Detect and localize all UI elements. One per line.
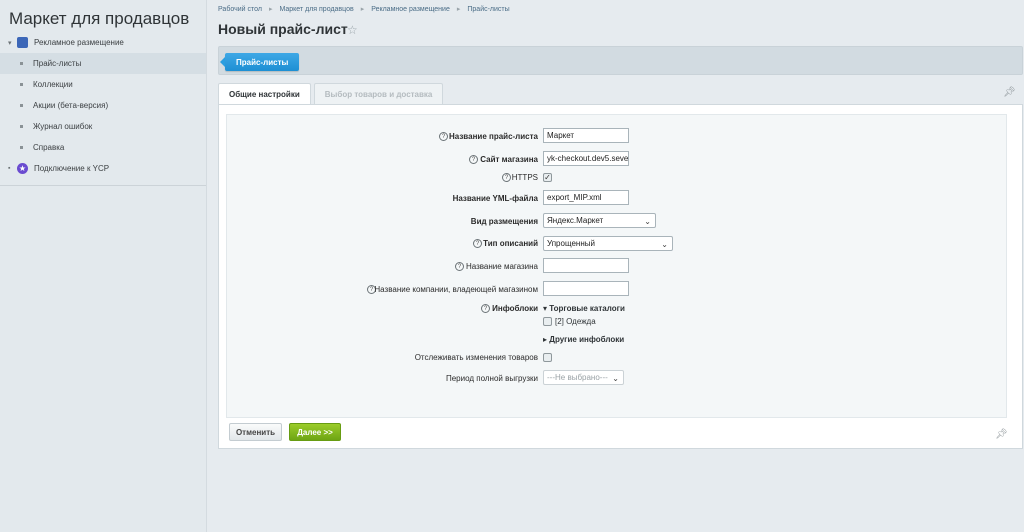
pricelist-name-label: Название прайс-листа (449, 132, 538, 141)
sidebar-item-label: Коллекции (33, 80, 73, 89)
yml-input[interactable]: export_MIP.xml (543, 190, 629, 205)
catalog-item-label: [2] Одежда (555, 317, 596, 326)
bullet-icon (20, 62, 23, 65)
sidebar-item-label: Справка (33, 143, 65, 152)
expand-arrow-icon[interactable]: ▾ (8, 39, 17, 47)
shop-name-label: Название магазина (465, 262, 538, 271)
placement-label: Вид размещения (470, 217, 538, 226)
ads-icon (17, 37, 28, 48)
chevron-down-icon: ⌄ (661, 240, 668, 249)
tab-products-delivery[interactable]: Выбор товаров и доставка (313, 83, 444, 104)
breadcrumb: Рабочий стол ▸ Маркет для продавцов ▸ Ре… (218, 5, 510, 14)
help-icon[interactable]: ? (469, 155, 478, 164)
sidebar-item-label: Рекламное размещение (34, 38, 124, 47)
help-icon[interactable]: ? (439, 132, 448, 141)
desc-type-label: Тип описаний (483, 239, 538, 248)
period-select[interactable]: ---Не выбрано--- ⌄ (543, 370, 624, 385)
sidebar-item-label: Подключение к YCP (34, 164, 110, 173)
select-value: ---Не выбрано--- (547, 373, 608, 382)
sidebar-item-ads[interactable]: ▾ Рекламное размещение (0, 32, 206, 53)
sidebar-item-label: Журнал ошибок (33, 122, 93, 131)
sidebar-item-label: Прайс-листы (33, 59, 82, 68)
cancel-button[interactable]: Отменить (229, 423, 282, 441)
sidebar-item-error-log[interactable]: Журнал ошибок (0, 116, 206, 137)
bullet-icon (20, 125, 23, 128)
select-value: Упрощенный (547, 239, 595, 248)
sidebar-item-connect[interactable]: ▪ ★ Подключение к YCP (0, 158, 206, 179)
placement-select[interactable]: Яндекс.Маркет ⌄ (543, 213, 656, 228)
breadcrumb-link[interactable]: Маркет для продавцов (279, 6, 353, 13)
sidebar-item-help[interactable]: Справка (0, 137, 206, 158)
track-label: Отслеживать изменения товаров (414, 353, 538, 362)
help-icon[interactable]: ? (502, 173, 511, 182)
catalogs-toggle[interactable]: ▾ Торговые каталоги (543, 304, 625, 313)
site-label: Сайт магазина (480, 155, 538, 164)
chevron-down-icon: ⌄ (612, 374, 619, 383)
help-icon[interactable]: ? (473, 239, 482, 248)
chevron-right-icon: ▸ (268, 6, 273, 13)
company-input[interactable] (543, 281, 629, 296)
form-area: ? Название прайс-листа Маркет ? Сайт маг… (226, 114, 1007, 418)
pin-icon[interactable]: 📌︎ (995, 429, 1008, 440)
help-icon[interactable]: ? (481, 304, 490, 313)
chevron-down-icon: ⌄ (644, 217, 651, 226)
tab-bar: Общие настройки Выбор товаров и доставка (218, 83, 446, 105)
breadcrumb-link[interactable]: Прайс-листы (467, 6, 509, 13)
sidebar-item-promos[interactable]: Акции (бета-версия) (0, 95, 206, 116)
sidebar-title: Маркет для продавцов (9, 9, 190, 28)
sidebar-divider (0, 185, 206, 186)
bullet-icon (20, 104, 23, 107)
catalog-checkbox[interactable] (543, 317, 552, 326)
site-input[interactable]: yk-checkout.dev5.sever (543, 151, 629, 166)
sidebar: Маркет для продавцов ▾ Рекламное размеще… (0, 0, 207, 532)
breadcrumb-link[interactable]: Рекламное размещение (371, 6, 450, 13)
breadcrumb-link[interactable]: Рабочий стол (218, 6, 262, 13)
help-icon[interactable]: ? (455, 262, 464, 271)
select-value: Яндекс.Маркет (547, 216, 604, 225)
next-button[interactable]: Далее >> (289, 423, 341, 441)
star-badge-icon: ★ (17, 163, 28, 174)
sidebar-item-label: Акции (бета-версия) (33, 101, 109, 110)
desc-type-select[interactable]: Упрощенный ⌄ (543, 236, 673, 251)
other-iblocks-toggle[interactable]: ▸ Другие инфоблоки (543, 335, 624, 344)
https-label: HTTPS (511, 173, 538, 182)
pin-icon[interactable]: 📌︎ (1003, 87, 1016, 98)
sidebar-item-pricelists[interactable]: Прайс-листы (0, 53, 206, 74)
bullet-icon (20, 146, 23, 149)
settings-panel: ? Название прайс-листа Маркет ? Сайт маг… (218, 104, 1023, 449)
chevron-right-icon: ▸ (360, 6, 365, 13)
page-title: Новый прайс-лист (218, 21, 348, 37)
company-label: Название компании, владеющей магазином (374, 285, 538, 294)
bullet-icon (20, 83, 23, 86)
shop-name-input[interactable] (543, 258, 629, 273)
bullet-icon: ▪ (8, 165, 11, 172)
iblocks-label: Инфоблоки (492, 304, 538, 313)
tab-general-settings[interactable]: Общие настройки (218, 83, 311, 105)
yml-label: Название YML-файла (452, 194, 538, 203)
track-checkbox[interactable] (543, 353, 552, 362)
period-label: Период полной выгрузки (445, 374, 538, 383)
sidebar-item-collections[interactable]: Коллекции (0, 74, 206, 95)
main-content: Рабочий стол ▸ Маркет для продавцов ▸ Ре… (207, 0, 1024, 532)
https-checkbox[interactable]: ✓ (543, 173, 552, 182)
pricelists-back-button[interactable]: Прайс-листы (219, 53, 300, 71)
chevron-right-icon: ▸ (456, 6, 461, 13)
toolbar: Прайс-листы (218, 46, 1023, 75)
star-icon[interactable]: ☆ (347, 23, 358, 37)
pricelist-name-input[interactable]: Маркет (543, 128, 629, 143)
